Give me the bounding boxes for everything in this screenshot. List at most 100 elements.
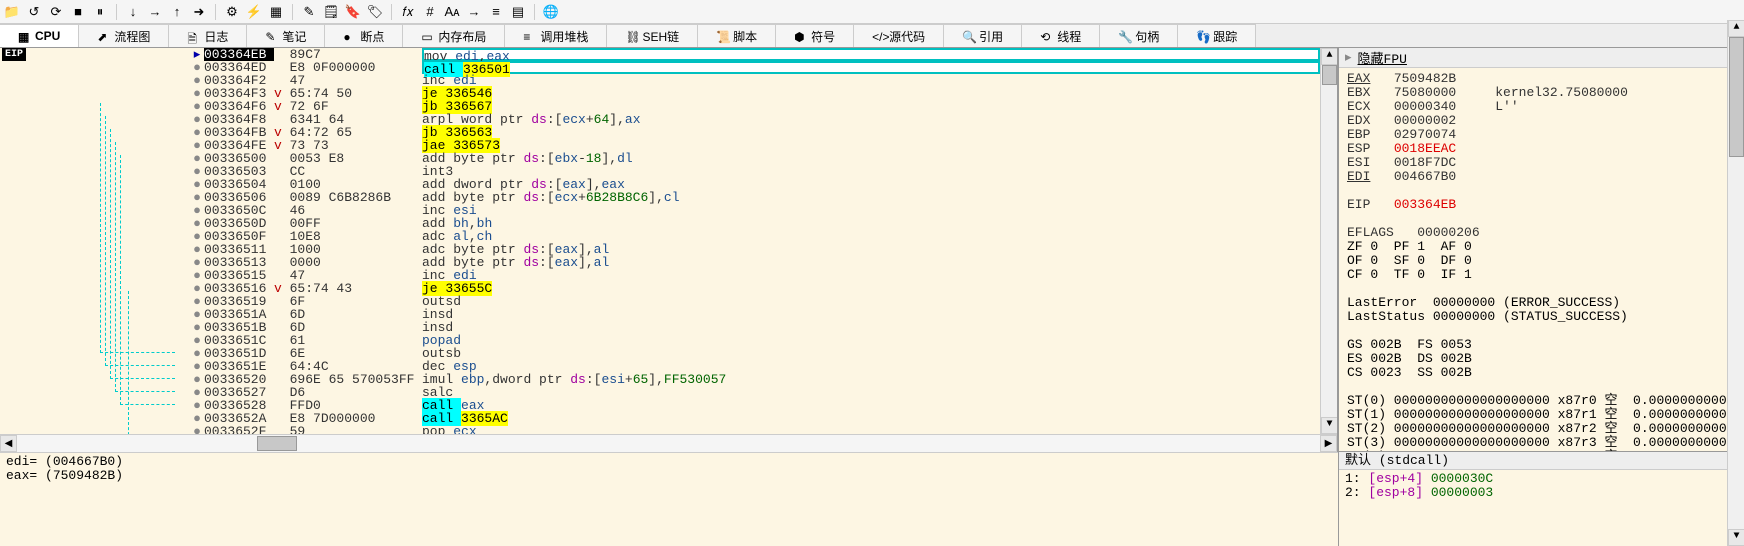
script-icon[interactable]: ⚙: [224, 4, 240, 20]
disasm-row[interactable]: 0033651D 6Eoutsb: [190, 347, 1320, 360]
step-into-icon[interactable]: ↓: [125, 4, 141, 20]
register-body[interactable]: EAX 7509482B EBX 75080000 kernel32.75080…: [1339, 68, 1744, 451]
instruction: arpl word ptr ds:[ecx+64],ax: [422, 113, 1320, 126]
tab-handle[interactable]: 🔧句柄: [1100, 24, 1178, 47]
tab-trace[interactable]: 👣跟踪: [1178, 24, 1256, 47]
scroll-left-button[interactable]: ◀: [0, 435, 17, 452]
patch-icon[interactable]: ✎: [301, 4, 317, 20]
run-to-icon[interactable]: ➜: [191, 4, 207, 20]
scroll-thumb[interactable]: [1322, 65, 1337, 85]
trace-icon[interactable]: ⚡: [246, 4, 262, 20]
instruction: je 336546: [422, 87, 1320, 100]
tab-bp[interactable]: ●断点: [325, 24, 403, 47]
disasm-row[interactable]: 00336520 696E 65 570053FFimul ebp,dword …: [190, 373, 1320, 386]
disasm-row[interactable]: 00336513 0000add byte ptr ds:[eax],al: [190, 256, 1320, 269]
register-header: ▸ 隐藏FPU: [1339, 48, 1744, 68]
tab-sym[interactable]: ⬢符号: [776, 24, 854, 47]
tab-seh[interactable]: ⛓SEH链: [607, 24, 698, 47]
disasm-row[interactable]: 003364FEv 73 73jae 336573: [190, 139, 1320, 152]
disasm-row[interactable]: 003364F8 6341 64arpl word ptr ds:[ecx+64…: [190, 113, 1320, 126]
note-icon: ✎: [265, 30, 277, 42]
disasm-row[interactable]: 0033650C 46inc esi: [190, 204, 1320, 217]
tab-label: 脚本: [733, 28, 757, 45]
instruction: call 3365AC: [422, 412, 1320, 425]
hscroll-track[interactable]: [17, 435, 1320, 452]
restart-icon[interactable]: ⟳: [48, 4, 64, 20]
bottom-panel: edi= (004667B0)eax= (7509482B) 默认 (stdca…: [0, 451, 1744, 546]
globe-icon[interactable]: 🌐: [543, 4, 559, 20]
disasm-row[interactable]: 0033651B 6Dinsd: [190, 321, 1320, 334]
stop-icon[interactable]: ■: [70, 4, 86, 20]
tab-log[interactable]: 🗎日志: [169, 24, 247, 47]
list-icon[interactable]: ≡: [488, 4, 504, 20]
disasm-row[interactable]: 003364F2 47inc edi: [190, 74, 1320, 87]
tab-note[interactable]: ✎笔记: [247, 24, 325, 47]
pause-icon[interactable]: ⏸: [92, 4, 108, 20]
disassembly-view[interactable]: EIP 003364EB 89C7mov edi,eax003364ED E8 …: [0, 48, 1337, 434]
disasm-hscroll[interactable]: ◀ ▶: [0, 434, 1337, 451]
tab-bar: ▦CPU⬈流程图🗎日志✎笔记●断点▭内存布局≡调用堆栈⛓SEH链📜脚本⬢符号</…: [0, 24, 1744, 48]
disasm-row[interactable]: 00336506 0089 C6B8286Badd byte ptr ds:[e…: [190, 191, 1320, 204]
toolbar-separator: [116, 4, 117, 20]
scroll-up-button[interactable]: ▲: [1321, 48, 1337, 65]
tab-label: 流程图: [114, 28, 150, 45]
font-icon[interactable]: Aᴀ: [444, 4, 460, 20]
comment-icon[interactable]: 🗒: [323, 4, 339, 20]
hide-fpu-button[interactable]: 隐藏FPU: [1358, 48, 1407, 67]
scroll-thumb[interactable]: [1729, 48, 1744, 157]
disasm-row[interactable]: 0033650F 10E8adc al,ch: [190, 230, 1320, 243]
reg-vscroll[interactable]: ▲ ▼: [1727, 48, 1744, 451]
disasm-row[interactable]: 003364FBv 64:72 65jb 336563: [190, 126, 1320, 139]
disasm-row[interactable]: 00336515 47inc edi: [190, 269, 1320, 282]
breakpoint-dot[interactable]: [190, 425, 204, 434]
disasm-row[interactable]: 00336516v 65:74 43je 33655C: [190, 282, 1320, 295]
stack-row[interactable]: 2: [esp+8] 00000003: [1345, 486, 1738, 500]
disasm-row[interactable]: 00336511 1000adc byte ptr ds:[eax],al: [190, 243, 1320, 256]
img-icon[interactable]: ▦: [268, 4, 284, 20]
step-over-icon[interactable]: →: [147, 4, 163, 20]
stack-header[interactable]: 默认 (stdcall): [1339, 452, 1744, 470]
hash-icon[interactable]: #: [422, 4, 438, 20]
disasm-row[interactable]: 00336500 0053 E8add byte ptr ds:[ebx-18]…: [190, 152, 1320, 165]
stack-row[interactable]: 1: [esp+4] 0000030C: [1345, 472, 1738, 486]
tab-thread[interactable]: ⟲线程: [1022, 24, 1100, 47]
tab-flow[interactable]: ⬈流程图: [79, 24, 169, 47]
disasm-row[interactable]: 003364ED E8 0F000000call 336501: [190, 61, 1320, 74]
main-toolbar: 📁 ↺ ⟳ ■ ⏸ ↓ → ↑ ➜ ⚙ ⚡ ▦ ✎ 🗒 🔖 🏷 𝑓𝑥 # Aᴀ → ≡ ▤ 🌐: [0, 0, 1744, 24]
undo-icon[interactable]: ↺: [26, 4, 42, 20]
stack-body[interactable]: 1: [esp+4] 0000030C2: [esp+8] 00000003: [1339, 470, 1744, 546]
step-out-icon[interactable]: ↑: [169, 4, 185, 20]
folder-icon[interactable]: 📁: [4, 4, 20, 20]
fx-icon[interactable]: 𝑓𝑥: [400, 4, 416, 20]
disasm-row[interactable]: 0033652F 59pop ecx: [190, 425, 1320, 434]
hscroll-thumb[interactable]: [257, 436, 297, 451]
tag-icon[interactable]: 🏷: [367, 4, 383, 20]
tab-src[interactable]: </>源代码: [854, 24, 944, 47]
disasm-vscroll[interactable]: ▲ ▼: [1320, 48, 1337, 434]
instruction: popad: [422, 334, 1320, 347]
scroll-right-button[interactable]: ▶: [1320, 435, 1337, 452]
disasm-row[interactable]: 0033652A E8 7D000000call 3365AC: [190, 412, 1320, 425]
disasm-row[interactable]: 00336503 CCint3: [190, 165, 1320, 178]
disasm-row[interactable]: 003364F6v 72 6Fjb 336567: [190, 100, 1320, 113]
disasm-row[interactable]: 0033650D 00FFadd bh,bh: [190, 217, 1320, 230]
to-icon[interactable]: →: [466, 4, 482, 20]
disasm-row[interactable]: 0033651A 6Dinsd: [190, 308, 1320, 321]
disasm-row[interactable]: 0033651C 61popad: [190, 334, 1320, 347]
browser-icon[interactable]: ▤: [510, 4, 526, 20]
tab-script[interactable]: 📜脚本: [698, 24, 776, 47]
register-pane: ▸ 隐藏FPU EAX 7509482B EBX 75080000 kernel…: [1338, 48, 1744, 451]
tab-mem[interactable]: ▭内存布局: [403, 24, 505, 47]
tab-ref[interactable]: 🔍引用: [944, 24, 1022, 47]
disasm-row[interactable]: 00336519 6Foutsd: [190, 295, 1320, 308]
tab-label: 调用堆栈: [540, 28, 588, 45]
disasm-row[interactable]: 003364F3v 65:74 50je 336546: [190, 87, 1320, 100]
tab-cpu[interactable]: ▦CPU: [0, 24, 79, 47]
info-line: edi= (004667B0): [6, 455, 1332, 469]
disasm-row[interactable]: 00336527 D6salc: [190, 386, 1320, 399]
bookmark-icon[interactable]: 🔖: [345, 4, 361, 20]
scroll-down-button[interactable]: ▼: [1321, 417, 1337, 434]
tab-stack[interactable]: ≡调用堆栈: [505, 24, 607, 47]
info-pane[interactable]: edi= (004667B0)eax= (7509482B): [0, 452, 1338, 546]
collapse-icon[interactable]: ▸: [1345, 50, 1352, 65]
